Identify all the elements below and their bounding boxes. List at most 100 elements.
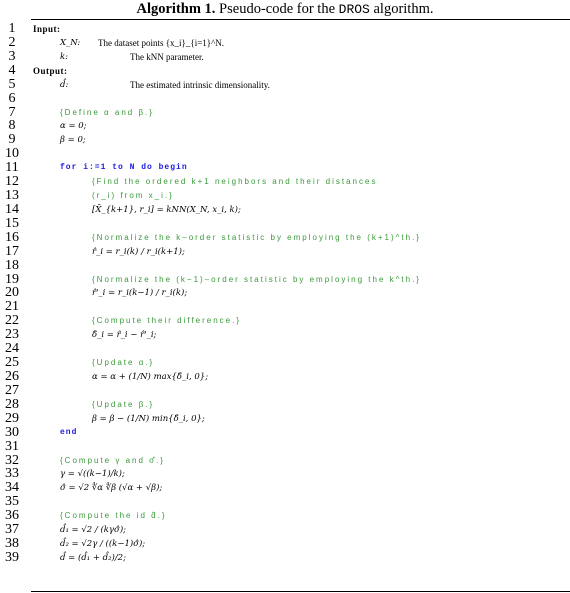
line-number: 9 xyxy=(8,132,16,148)
listing-line: 13 (r_i) from x_i.} xyxy=(0,189,570,203)
listing-line: 1 Input: xyxy=(0,22,570,36)
code-statement: X_N: xyxy=(60,37,81,48)
parameter-description: The kNN parameter. xyxy=(130,51,204,62)
line-number: 3 xyxy=(8,48,16,64)
line-number: 20 xyxy=(5,285,19,301)
line-number: 10 xyxy=(5,146,19,162)
code-statement: α = α + (1/N) max{δ̂_i, 0}; xyxy=(92,372,209,382)
code-statement: δ̂_i = r̂_i − r̂'_i; xyxy=(92,330,157,341)
line-number: 36 xyxy=(5,508,19,524)
code-statement: d̂₁ = √2 / (kγσ̂); xyxy=(60,525,126,536)
algorithm-caption: Algorithm 1. Pseudo-code for the DROS al… xyxy=(0,0,570,19)
listing-line: 5 d̂: The estimated intrinsic dimensionali… xyxy=(0,76,570,92)
code-comment: {Compute their difference.} xyxy=(92,316,242,326)
listing-line: 24 xyxy=(0,342,570,356)
line-number: 31 xyxy=(5,438,19,454)
line-number: 17 xyxy=(5,243,19,259)
code-statement: [X̄_{k+1}, r_i] = kNN(X_N, x_i, k); xyxy=(92,204,241,215)
listing-line: 37 d̂₁ = √2 / (kγσ̂); xyxy=(0,523,570,537)
listing-line: 17 r̂_i = r_i(k) / r_i(k+1); xyxy=(0,243,570,259)
line-number: 7 xyxy=(8,104,16,120)
line-number: 4 xyxy=(8,62,16,78)
line-number: 12 xyxy=(5,174,19,190)
listing-line: 29 β = β − (1/N) min{δ̂_i, 0}; xyxy=(0,411,570,426)
listing-line: 6 xyxy=(0,90,570,106)
code-statement: β = β − (1/N) min{δ̂_i, 0}; xyxy=(92,413,205,424)
code-statement: γ = √((k−1)/k); xyxy=(60,469,125,480)
line-number: 19 xyxy=(5,271,19,287)
code-comment: {Update β.} xyxy=(92,399,155,409)
listing-line: 23 δ̂_i = r̂_i − r̂'_i; xyxy=(0,328,570,342)
line-number: 6 xyxy=(8,90,16,106)
code-statement: d̂: xyxy=(60,79,69,90)
parameter-description: The estimated intrinsic dimensionality. xyxy=(130,79,270,90)
code-comment: {Define α and β.} xyxy=(60,107,154,117)
listing-line: 39 d̂ = (d̂₁ + d̂₂)/2; xyxy=(0,549,570,565)
listing-line: 31 xyxy=(0,438,570,454)
line-number: 34 xyxy=(5,480,19,496)
listing-line: 20 r̂'_i = r_i(k−1) / r_i(k); xyxy=(0,286,570,300)
line-number: 27 xyxy=(5,382,19,398)
listing-line: 25 {Update α.} xyxy=(0,356,570,370)
listing-line: 10 xyxy=(0,147,570,161)
listing-line: 32 {Compute γ and σ̂.} xyxy=(0,452,570,468)
line-number: 38 xyxy=(5,536,19,552)
code-comment: {Normalize the (k−1)–order statistic by … xyxy=(92,274,421,284)
code-statement: α = 0; xyxy=(60,121,87,132)
code-statement: r̂'_i = r_i(k−1) / r_i(k); xyxy=(92,288,188,299)
line-number: 13 xyxy=(5,188,19,204)
code-statement: d̂₂ = √2γ / ((k−1)σ̂); xyxy=(60,539,146,550)
listing-line: 21 xyxy=(0,300,570,314)
listing-line: 3 k: The kNN parameter. xyxy=(0,48,570,64)
code-statement: end xyxy=(60,427,78,437)
line-number: 26 xyxy=(5,369,19,384)
algorithm-name: DROS xyxy=(338,2,370,17)
listing-line: 19 {Normalize the (k−1)–order statistic b… xyxy=(0,271,570,287)
caption-text: Pseudo-code for the xyxy=(215,1,339,17)
line-number: 32 xyxy=(5,452,19,468)
line-number: 28 xyxy=(5,396,19,412)
code-statement: β = 0; xyxy=(60,135,86,146)
code-comment: (r_i) from x_i.} xyxy=(92,191,174,201)
listing-line: 35 xyxy=(0,495,570,509)
listing-line: 26 α = α + (1/N) max{δ̂_i, 0}; xyxy=(0,370,570,384)
line-number: 33 xyxy=(5,466,19,482)
listing-line: 34 σ̂ = √2 ∜α ∜β (√α + √β); xyxy=(0,481,570,495)
listing-line: 8 α = 0; xyxy=(0,119,570,133)
bottom-rule xyxy=(31,591,570,592)
line-number: 39 xyxy=(5,549,19,565)
code-comment: {Find the ordered k+1 neighbors and thei… xyxy=(92,177,378,187)
parameter-description: The dataset points {x_i}_{i=1}^N. xyxy=(98,37,225,48)
line-number: 21 xyxy=(5,299,19,315)
code-comment: {Compute γ and σ̂.} xyxy=(60,455,165,465)
line-number: 35 xyxy=(5,494,19,510)
code-statement: r̂_i = r_i(k) / r_i(k+1); xyxy=(92,246,185,257)
listing-line: 18 xyxy=(0,257,570,273)
line-number: 8 xyxy=(8,118,16,134)
section-heading: Output: xyxy=(33,65,68,76)
code-statement: k: xyxy=(60,51,69,62)
listing-line: 12 {Find the ordered k+1 neighbors and th… xyxy=(0,175,570,189)
code-statement: d̂ = (d̂₁ + d̂₂)/2; xyxy=(60,552,126,563)
caption-label: Algorithm 1. xyxy=(136,1,216,17)
listing-line: 4 Output: xyxy=(0,62,570,78)
listing-line: 11 for i:=1 to N do begin xyxy=(0,161,570,175)
listing-line: 27 xyxy=(0,382,570,398)
listing-line: 15 xyxy=(0,216,570,231)
listing-line: 7 {Define α and β.} xyxy=(0,104,570,120)
listing-line: 22 {Compute their difference.} xyxy=(0,314,570,328)
listing-line: 28 {Update β.} xyxy=(0,396,570,412)
line-number: 16 xyxy=(5,229,19,245)
listing-line: 9 β = 0; xyxy=(0,133,570,147)
code-statement: for i:=1 to N do begin xyxy=(60,163,188,173)
listing-line: 2 X_N: The dataset points {x_i}_{i=1}^N. xyxy=(0,35,570,50)
line-number: 25 xyxy=(5,355,19,371)
listing-line: 36 {Compute the id d̂.} xyxy=(0,509,570,523)
line-number: 18 xyxy=(5,257,19,273)
code-comment: {Update α.} xyxy=(92,358,155,368)
top-rule xyxy=(31,19,570,20)
line-number: 11 xyxy=(5,160,19,176)
listing-line: 33 γ = √((k−1)/k); xyxy=(0,467,570,481)
listing-line: 16 {Normalize the k–order statistic by em… xyxy=(0,229,570,245)
line-number: 5 xyxy=(8,76,16,92)
